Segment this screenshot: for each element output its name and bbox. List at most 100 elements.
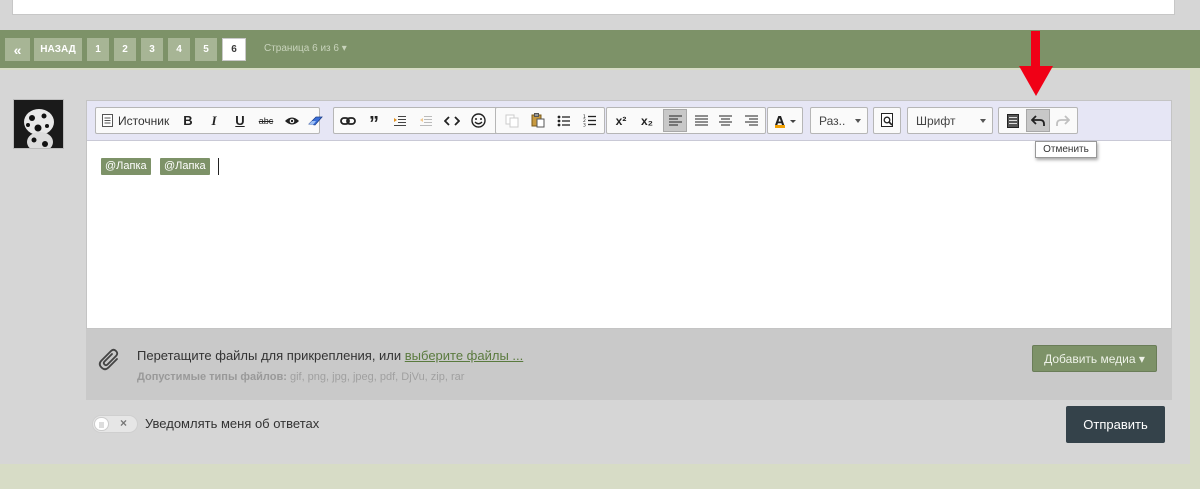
preview-button[interactable] bbox=[875, 109, 899, 132]
align-right-icon bbox=[744, 115, 758, 126]
source-button[interactable]: Источник bbox=[98, 109, 172, 132]
align-justify-icon bbox=[694, 115, 708, 126]
toggle-knob bbox=[94, 417, 109, 431]
strikethrough-button[interactable]: abc bbox=[254, 109, 278, 132]
link-button[interactable] bbox=[336, 109, 360, 132]
previous-post-area bbox=[12, 0, 1175, 15]
align-right-button[interactable] bbox=[739, 109, 763, 132]
toolbar-group-clipboard: 123 bbox=[495, 107, 605, 134]
toolbar-group-color: A bbox=[767, 107, 803, 134]
page-5-button[interactable]: 5 bbox=[195, 38, 217, 61]
send-button[interactable]: Отправить bbox=[1066, 406, 1165, 443]
choose-files-link[interactable]: выберите файлы ... bbox=[405, 348, 524, 363]
smiley-icon bbox=[470, 113, 486, 128]
page-4-button[interactable]: 4 bbox=[168, 38, 190, 61]
font-size-label: Раз.. bbox=[819, 113, 846, 128]
close-icon: × bbox=[120, 416, 128, 430]
indent-decrease-button[interactable] bbox=[414, 109, 438, 132]
font-size-dropdown[interactable]: Раз.. bbox=[810, 107, 868, 134]
eraser-icon bbox=[308, 116, 323, 125]
link-icon bbox=[340, 116, 356, 125]
redo-icon bbox=[1056, 114, 1070, 126]
remove-format-button[interactable] bbox=[304, 109, 328, 132]
mention-tag[interactable]: @Лапка bbox=[101, 158, 151, 175]
annotation-arrow-shaft bbox=[1031, 31, 1040, 68]
undo-button[interactable] bbox=[1026, 109, 1050, 132]
paperclip-icon bbox=[98, 348, 119, 371]
menu-lines-icon bbox=[99, 422, 104, 428]
source-label: Источник bbox=[118, 113, 170, 128]
back-button[interactable]: НАЗАД bbox=[34, 38, 82, 61]
indent-increase-icon bbox=[394, 115, 406, 126]
text-cursor bbox=[218, 158, 219, 175]
copy-icon bbox=[505, 114, 519, 127]
page-1-button[interactable]: 1 bbox=[87, 38, 109, 61]
paste-button[interactable] bbox=[526, 109, 550, 132]
attach-instructions: Перетащите файлы для прикрепления, или в… bbox=[137, 348, 523, 363]
numbered-list-button[interactable]: 123 bbox=[578, 109, 602, 132]
bold-button[interactable]: B bbox=[176, 109, 200, 132]
chevron-down-icon bbox=[980, 119, 986, 123]
notify-label: Уведомлять меня об ответах bbox=[145, 416, 320, 431]
page-6-button-current[interactable]: 6 bbox=[222, 38, 246, 61]
bullet-list-icon bbox=[557, 115, 570, 126]
numbered-list-icon: 123 bbox=[583, 114, 596, 128]
paste-icon bbox=[531, 113, 545, 128]
italic-button[interactable]: I bbox=[202, 109, 226, 132]
toolbar-group-history bbox=[998, 107, 1078, 134]
annotation-arrow-down-icon bbox=[1019, 66, 1053, 96]
toolbar-group-preview bbox=[873, 107, 901, 134]
quote-icon: ” bbox=[369, 113, 379, 135]
source-icon bbox=[102, 114, 113, 127]
smiley-button[interactable] bbox=[466, 109, 490, 132]
svg-text:3: 3 bbox=[583, 123, 586, 128]
toolbar-group-format: Источник B I U abc bbox=[95, 107, 323, 134]
message-editor: Источник B I U abc ” 1 2 3 x² x₂ A Раз..… bbox=[86, 100, 1172, 329]
attachment-panel: Перетащите файлы для прикрепления, или в… bbox=[86, 329, 1172, 400]
copy-button[interactable] bbox=[500, 109, 524, 132]
allowed-types-list: gif, png, jpg, jpeg, pdf, DjVu, zip, rar bbox=[289, 371, 465, 383]
mention-tag[interactable]: @Лапка bbox=[160, 158, 210, 175]
text-color-button[interactable]: A bbox=[771, 109, 801, 132]
attach-text: Перетащите файлы для прикрепления, или bbox=[137, 348, 405, 363]
editor-text-area[interactable]: @Лапка @Лапка bbox=[87, 142, 1171, 328]
text-color-icon: A bbox=[775, 114, 796, 128]
align-center-icon bbox=[718, 115, 732, 126]
page-info-dropdown[interactable]: Страница 6 из 6 ▾ bbox=[264, 43, 347, 54]
notify-toggle[interactable]: × bbox=[92, 415, 138, 433]
undo-icon bbox=[1031, 114, 1045, 126]
toolbar-group-insert: ” bbox=[333, 107, 498, 135]
add-media-button[interactable]: Добавить медиа ▾ bbox=[1032, 345, 1157, 372]
align-left-icon bbox=[668, 115, 682, 126]
align-justify-button[interactable] bbox=[689, 109, 713, 132]
superscript-button[interactable]: x² bbox=[609, 109, 633, 132]
first-page-button[interactable]: « bbox=[5, 38, 30, 61]
font-family-dropdown[interactable]: Шрифт bbox=[907, 107, 993, 134]
maximize-icon bbox=[1007, 113, 1019, 128]
maximize-button[interactable] bbox=[1001, 109, 1025, 132]
preview-icon bbox=[880, 113, 893, 127]
bullet-list-button[interactable] bbox=[552, 109, 576, 132]
toolbar-group-align: x² x₂ bbox=[606, 107, 766, 134]
editor-toolbar: Источник B I U abc ” 1 2 3 x² x₂ A Раз..… bbox=[87, 101, 1171, 141]
subscript-button[interactable]: x₂ bbox=[635, 109, 659, 132]
allowed-types-label: Допустимые типы файлов: bbox=[137, 371, 287, 383]
code-icon bbox=[444, 115, 460, 126]
chevron-down-icon bbox=[855, 119, 861, 123]
align-center-button[interactable] bbox=[713, 109, 737, 132]
font-family-label: Шрифт bbox=[916, 113, 956, 128]
code-button[interactable] bbox=[440, 109, 464, 132]
allowed-types: Допустимые типы файлов: gif, png, jpg, j… bbox=[137, 371, 464, 383]
quote-button[interactable]: ” bbox=[362, 109, 386, 135]
indent-decrease-icon bbox=[420, 115, 432, 126]
underline-button[interactable]: U bbox=[228, 109, 252, 132]
page-2-button[interactable]: 2 bbox=[114, 38, 136, 61]
align-left-button[interactable] bbox=[663, 109, 687, 132]
undo-tooltip: Отменить bbox=[1035, 141, 1097, 158]
avatar[interactable] bbox=[13, 99, 64, 149]
indent-increase-button[interactable] bbox=[388, 109, 412, 132]
page-3-button[interactable]: 3 bbox=[141, 38, 163, 61]
redo-button[interactable] bbox=[1051, 109, 1075, 132]
spoiler-eye-button[interactable] bbox=[280, 109, 304, 132]
pagination-bar: « НАЗАД 1 2 3 4 5 6 Страница 6 из 6 ▾ bbox=[0, 30, 1200, 68]
